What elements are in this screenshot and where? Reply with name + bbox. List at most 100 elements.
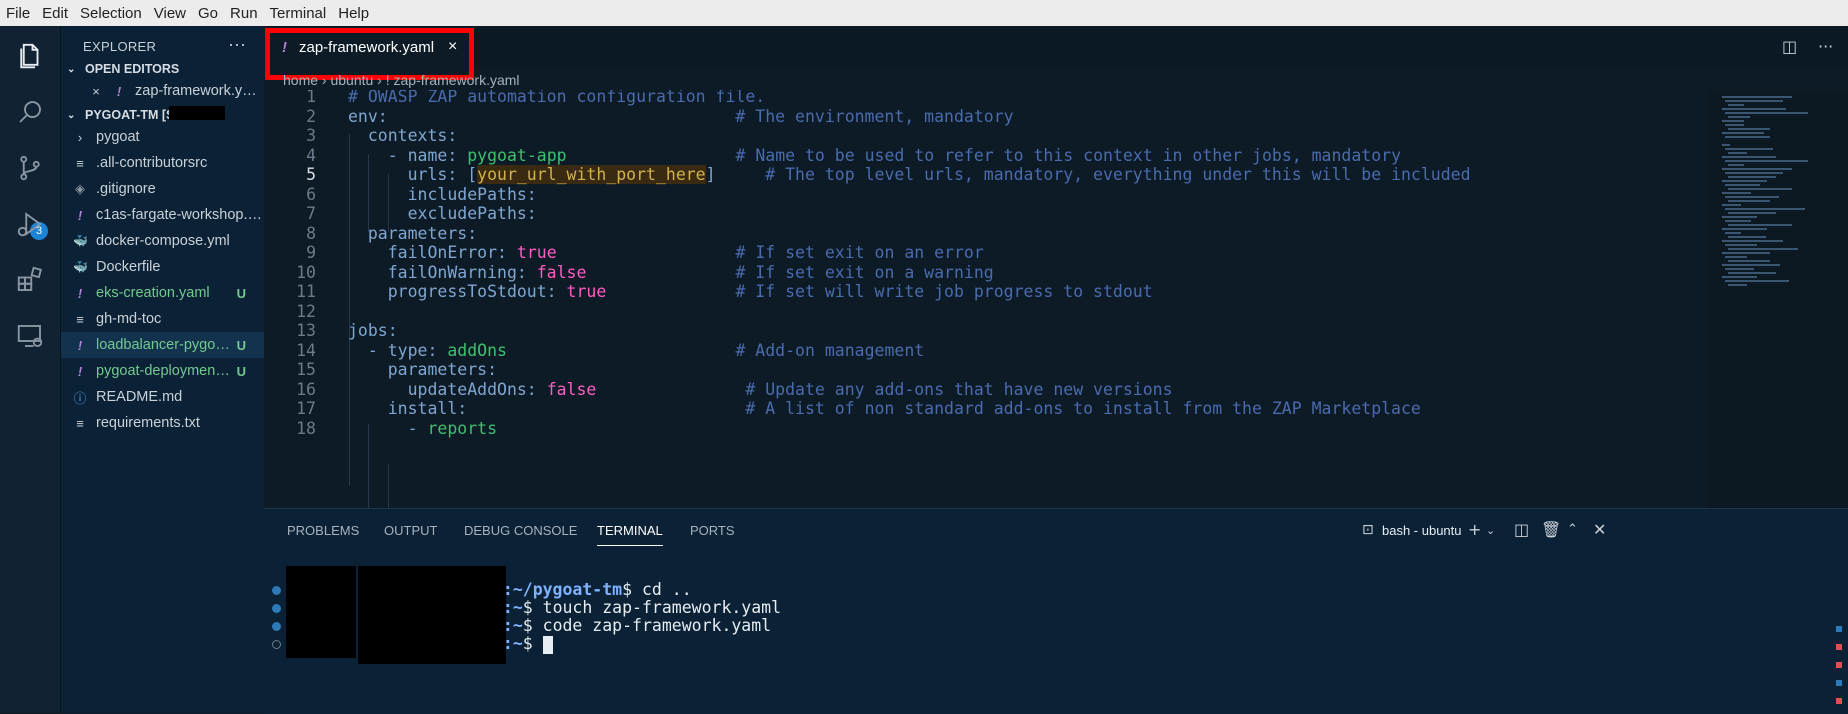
yaml-file-icon: !	[77, 285, 83, 301]
command-decoration[interactable]	[272, 622, 281, 631]
minimap-line	[1725, 244, 1757, 246]
extensions-icon[interactable]	[10, 260, 50, 300]
code-line[interactable]: parameters:	[348, 360, 497, 379]
code-line[interactable]: - type: addOns # Add-on management	[348, 341, 924, 360]
file-item-gitignore[interactable]: ◈ .gitignore	[61, 176, 264, 202]
more-actions-icon[interactable]: ···	[1818, 37, 1833, 56]
split-editor-icon[interactable]: ◫	[1782, 37, 1797, 56]
command-decoration[interactable]	[272, 604, 281, 613]
untracked-badge: U	[236, 363, 246, 379]
file-item-gh-md-toc[interactable]: ≡ gh-md-toc	[61, 306, 264, 332]
source-control-icon[interactable]	[10, 148, 50, 188]
split-terminal-icon[interactable]: ◫	[1514, 520, 1529, 539]
command-decoration[interactable]	[272, 586, 281, 595]
command-decoration[interactable]	[272, 640, 281, 649]
maximize-panel-icon[interactable]: ⌃	[1567, 522, 1578, 537]
code-line[interactable]: install: # A list of non standard add-on…	[348, 399, 1421, 418]
tab-zap-framework[interactable]: ! zap-framework.yaml ×	[264, 26, 473, 68]
menu-terminal[interactable]: Terminal	[264, 5, 333, 22]
file-item-dockerfile[interactable]: 🐳 Dockerfile	[61, 254, 264, 280]
close-icon[interactable]: ×	[89, 84, 103, 99]
menu-go[interactable]: Go	[192, 5, 224, 22]
minimap-line	[1722, 240, 1783, 242]
tab-debug-console[interactable]: DEBUG CONSOLE	[464, 523, 577, 538]
code-line[interactable]: excludePaths:	[348, 204, 537, 223]
menu-run[interactable]: Run	[224, 5, 264, 22]
code-line[interactable]: parameters:	[348, 224, 477, 243]
file-item-docker-compose[interactable]: 🐳 docker-compose.yml	[61, 228, 264, 254]
file-item-loadbalancer[interactable]: ! loadbalancer-pygoat.yaml U	[61, 332, 264, 358]
code-line[interactable]: failOnError: true # If set exit on an er…	[348, 243, 984, 262]
close-panel-icon[interactable]: ✕	[1593, 520, 1606, 539]
minimap-line	[1725, 124, 1744, 126]
breadcrumb[interactable]: home › ubuntu › ! zap-framework.yaml	[283, 72, 520, 88]
yaml-file-icon: !	[77, 363, 83, 379]
terminal-name[interactable]: bash - ubuntu	[1382, 523, 1462, 538]
open-editors-section[interactable]: ⌄ OPEN EDITORS	[61, 58, 264, 80]
code-line[interactable]: env: # The environment, mandatory	[348, 107, 1014, 126]
run-debug-icon[interactable]	[10, 204, 50, 244]
close-icon[interactable]: ×	[448, 38, 457, 56]
file-item-pygoat-deployment[interactable]: ! pygoat-deployment.yaml U	[61, 358, 264, 384]
line-number: 18	[296, 418, 316, 438]
remote-explorer-icon[interactable]	[10, 316, 50, 356]
code-line[interactable]: jobs:	[348, 321, 398, 340]
code-line[interactable]: # OWASP ZAP automation configuration fil…	[348, 90, 765, 106]
minimap-line	[1722, 132, 1764, 134]
minimap-line	[1728, 248, 1798, 250]
editor-tab-bar: ! zap-framework.yaml × ◫ ···	[264, 26, 1848, 68]
menu-help[interactable]: Help	[332, 5, 375, 22]
more-actions-icon[interactable]: ···	[228, 34, 246, 55]
docker-icon: 🐳	[73, 234, 88, 248]
code-line[interactable]: includePaths:	[348, 185, 537, 204]
line-number: 14	[296, 340, 316, 360]
code-line[interactable]: progressToStdout: true # If set will wri…	[348, 282, 1153, 301]
redaction-block	[286, 566, 356, 658]
tab-ports[interactable]: PORTS	[690, 523, 735, 538]
menu-selection[interactable]: Selection	[74, 5, 148, 22]
code-line[interactable]: urls: [your_url_with_port_here] # The to…	[348, 165, 1471, 184]
tab-problems[interactable]: PROBLEMS	[287, 523, 359, 538]
minimap-line	[1722, 156, 1776, 158]
tab-output[interactable]: OUTPUT	[384, 523, 437, 538]
menu-bar: File Edit Selection View Go Run Terminal…	[0, 0, 1848, 26]
file-item-pygoat[interactable]: › pygoat	[61, 124, 264, 150]
minimap-line	[1722, 96, 1792, 98]
line-number: 11	[296, 282, 316, 301]
code-editor[interactable]: 1 # OWASP ZAP automation configuration fi…	[264, 90, 1708, 508]
file-item-c1as-fargate[interactable]: ! c1as-fargate-workshop.yaml	[61, 202, 264, 228]
new-terminal-icon[interactable]: +	[1468, 520, 1481, 539]
file-item-readme[interactable]: ⓘ README.md	[61, 384, 264, 410]
open-editor-item[interactable]: × ! zap-framework.yaml	[61, 78, 264, 104]
menu-file[interactable]: File	[0, 5, 36, 22]
code-line[interactable]: updateAddOns: false # Update any add-ons…	[348, 380, 1173, 399]
minimap-line	[1722, 120, 1744, 122]
project-section[interactable]: ⌄ PYGOAT-TM [SSH:	[61, 104, 264, 126]
code-line[interactable]: - name: pygoat-app # Name to be used to …	[348, 146, 1401, 165]
chevron-down-icon[interactable]: ⌄	[1486, 524, 1495, 537]
minimap-line	[1728, 128, 1770, 130]
explorer-sidebar: EXPLORER ··· ⌄ OPEN EDITORS × ! zap-fram…	[61, 26, 264, 713]
redaction-block	[169, 106, 225, 120]
trash-icon[interactable]: 🗑	[1541, 520, 1561, 539]
minimap-line	[1722, 168, 1792, 170]
menu-edit[interactable]: Edit	[36, 5, 74, 22]
code-line[interactable]: contexts:	[348, 126, 457, 145]
minimap-line	[1722, 192, 1751, 194]
menu-view[interactable]: View	[148, 5, 192, 22]
tab-terminal[interactable]: TERMINAL	[597, 523, 663, 546]
file-item-eks-creation[interactable]: ! eks-creation.yaml U	[61, 280, 264, 306]
minimap-line	[1722, 264, 1780, 266]
minimap-line	[1725, 136, 1770, 138]
redaction-block	[358, 566, 506, 664]
search-icon[interactable]	[10, 92, 50, 132]
line-number: 15	[296, 360, 316, 379]
explorer-icon[interactable]	[10, 36, 50, 76]
minimap-line	[1728, 116, 1750, 118]
code-line[interactable]: - reports	[348, 419, 497, 438]
minimap[interactable]	[1708, 90, 1848, 508]
code-line[interactable]: failOnWarning: false # If set exit on a …	[348, 263, 994, 282]
minimap-line	[1725, 160, 1808, 162]
file-item-requirements[interactable]: ≡ requirements.txt	[61, 410, 264, 436]
file-item-all-contributorsrc[interactable]: ≡ .all-contributorsrc	[61, 150, 264, 176]
